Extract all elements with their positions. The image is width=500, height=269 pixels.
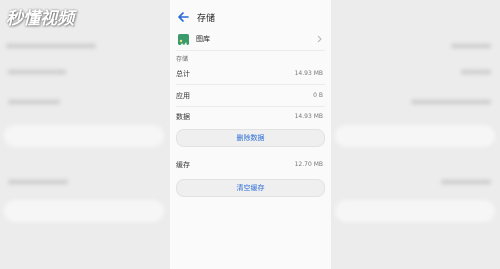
- chevron-right-icon: [317, 35, 322, 43]
- app-size-value: 0 B: [313, 92, 323, 99]
- section-header-storage: 存储: [176, 56, 189, 63]
- gallery-icon: [178, 34, 189, 45]
- data-size-value: 14.93 MB: [294, 113, 323, 120]
- app-info-row[interactable]: 图库: [170, 31, 331, 49]
- storage-screen: 存储 图库 存储 总计 14.93 MB 应用 0 B 数据 14.93 MB …: [170, 0, 331, 269]
- clear-data-button[interactable]: 删除数据: [176, 129, 325, 147]
- watermark-logo: 秒懂视频: [6, 9, 74, 29]
- storage-total-row: 总计 14.93 MB: [170, 69, 331, 83]
- cache-label: 缓存: [176, 161, 190, 169]
- cache-row: 缓存 12.70 MB: [170, 160, 331, 174]
- storage-data-row: 数据 14.93 MB: [170, 112, 331, 126]
- background-right: [331, 0, 500, 269]
- app-size-label: 应用: [176, 92, 190, 100]
- divider: [176, 106, 325, 107]
- app-header: 存储: [170, 9, 331, 29]
- page-title: 存储: [197, 14, 216, 24]
- divider: [176, 50, 325, 51]
- divider: [176, 84, 325, 85]
- clear-cache-button[interactable]: 清空缓存: [176, 179, 325, 197]
- status-bar: [170, 0, 331, 5]
- storage-app-row: 应用 0 B: [170, 91, 331, 105]
- app-name: 图库: [196, 35, 210, 43]
- cache-value: 12.70 MB: [294, 161, 323, 168]
- total-label: 总计: [176, 70, 190, 78]
- background-left: [0, 0, 170, 269]
- data-size-label: 数据: [176, 113, 190, 121]
- back-arrow-icon[interactable]: [176, 10, 190, 24]
- total-value: 14.93 MB: [294, 70, 323, 77]
